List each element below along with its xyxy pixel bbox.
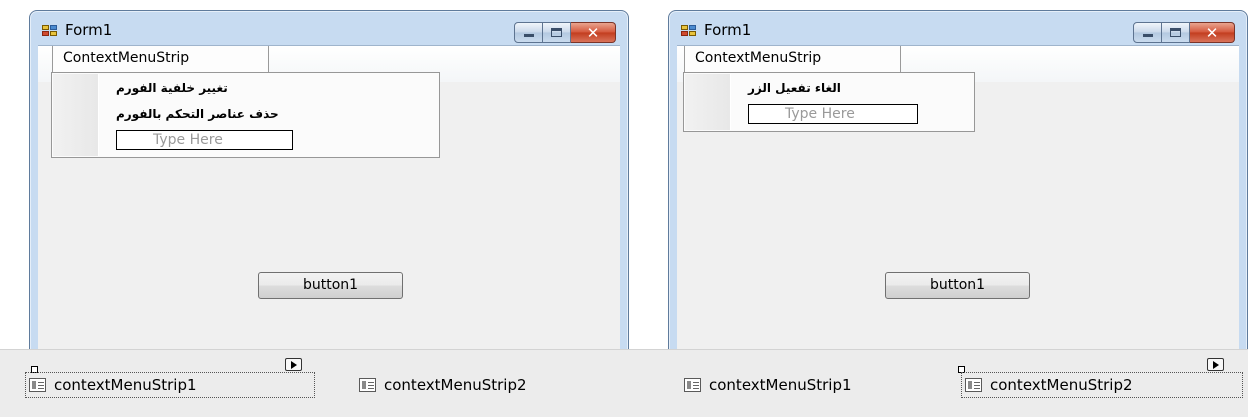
context-menu-strip-tab[interactable]: ContextMenuStrip: [684, 46, 901, 72]
tray-item-context-menu-strip-2[interactable]: contextMenuStrip2: [359, 372, 527, 398]
menu-image-margin: [53, 74, 99, 156]
context-menu-strip-tab[interactable]: ContextMenuStrip: [52, 46, 269, 72]
title-bar[interactable]: Form1 ✕: [669, 11, 1247, 45]
minimize-button[interactable]: [514, 22, 543, 43]
close-icon: ✕: [586, 24, 600, 42]
close-button[interactable]: ✕: [571, 22, 616, 43]
maximize-button[interactable]: [543, 22, 571, 43]
designer-pane-left: Form1 ✕ ContextMenuStrip تغيير خلفية الف…: [0, 0, 629, 417]
form-client-area[interactable]: ContextMenuStrip تغيير خلفية الفورم حذف …: [38, 45, 620, 351]
close-icon: ✕: [1205, 24, 1219, 42]
smart-tag-arrow-icon[interactable]: [285, 358, 302, 371]
context-menu-strip-icon: [29, 378, 46, 392]
minimize-icon: [524, 34, 534, 37]
context-menu-strip-icon: [965, 378, 982, 392]
window-title: Form1: [704, 21, 752, 39]
maximize-icon: [1170, 28, 1181, 37]
caption-buttons: ✕: [514, 22, 616, 43]
window-title: Form1: [65, 21, 113, 39]
menu-item-remove-form-controls[interactable]: حذف عناصر التحكم بالفورم: [116, 107, 279, 121]
caption-buttons: ✕: [1133, 22, 1235, 43]
type-here-input[interactable]: Type Here: [748, 104, 918, 124]
tray-item-context-menu-strip-1[interactable]: contextMenuStrip1: [25, 372, 315, 398]
tray-item-context-menu-strip-1[interactable]: contextMenuStrip1: [684, 372, 852, 398]
form-window: Form1 ✕ ContextMenuStrip تغيير خلفية الف…: [29, 10, 629, 352]
menu-item-disable-button[interactable]: الغاء تفعيل الزر: [748, 81, 841, 95]
minimize-button[interactable]: [1133, 22, 1162, 43]
menu-item-change-form-background[interactable]: تغيير خلفية الفورم: [116, 81, 228, 95]
button1[interactable]: button1: [885, 272, 1030, 299]
context-menu-strip-icon: [359, 378, 376, 392]
tray-item-label: contextMenuStrip2: [384, 376, 527, 394]
close-button[interactable]: ✕: [1190, 22, 1235, 43]
maximize-button[interactable]: [1162, 22, 1190, 43]
component-tray: contextMenuStrip1 contextMenuStrip2: [624, 349, 1248, 417]
menu-image-margin: [685, 74, 731, 130]
button1[interactable]: button1: [258, 272, 403, 299]
smart-tag-arrow-icon[interactable]: [1207, 358, 1224, 371]
windows-form-icon: [681, 25, 698, 38]
context-menu-dropdown: تغيير خلفية الفورم حذف عناصر التحكم بالف…: [51, 72, 440, 158]
minimize-icon: [1143, 34, 1153, 37]
form-window: Form1 ✕ ContextMenuStrip الغاء تفعيل الز…: [668, 10, 1248, 352]
tray-item-label: contextMenuStrip1: [54, 376, 197, 394]
context-menu-dropdown: الغاء تفعيل الزر Type Here: [683, 72, 975, 132]
component-tray: contextMenuStrip1 contextMenuStrip2: [0, 349, 624, 417]
tray-item-context-menu-strip-2[interactable]: contextMenuStrip2: [961, 372, 1243, 398]
title-bar[interactable]: Form1 ✕: [30, 11, 628, 45]
tray-item-label: contextMenuStrip1: [709, 376, 852, 394]
maximize-icon: [551, 28, 562, 37]
tray-item-label: contextMenuStrip2: [990, 376, 1133, 394]
form-client-area[interactable]: ContextMenuStrip الغاء تفعيل الزر Type H…: [677, 45, 1239, 351]
windows-form-icon: [42, 25, 59, 38]
designer-pane-right: Form1 ✕ ContextMenuStrip الغاء تفعيل الز…: [624, 0, 1248, 417]
type-here-input[interactable]: Type Here: [116, 130, 293, 150]
context-menu-strip-icon: [684, 378, 701, 392]
